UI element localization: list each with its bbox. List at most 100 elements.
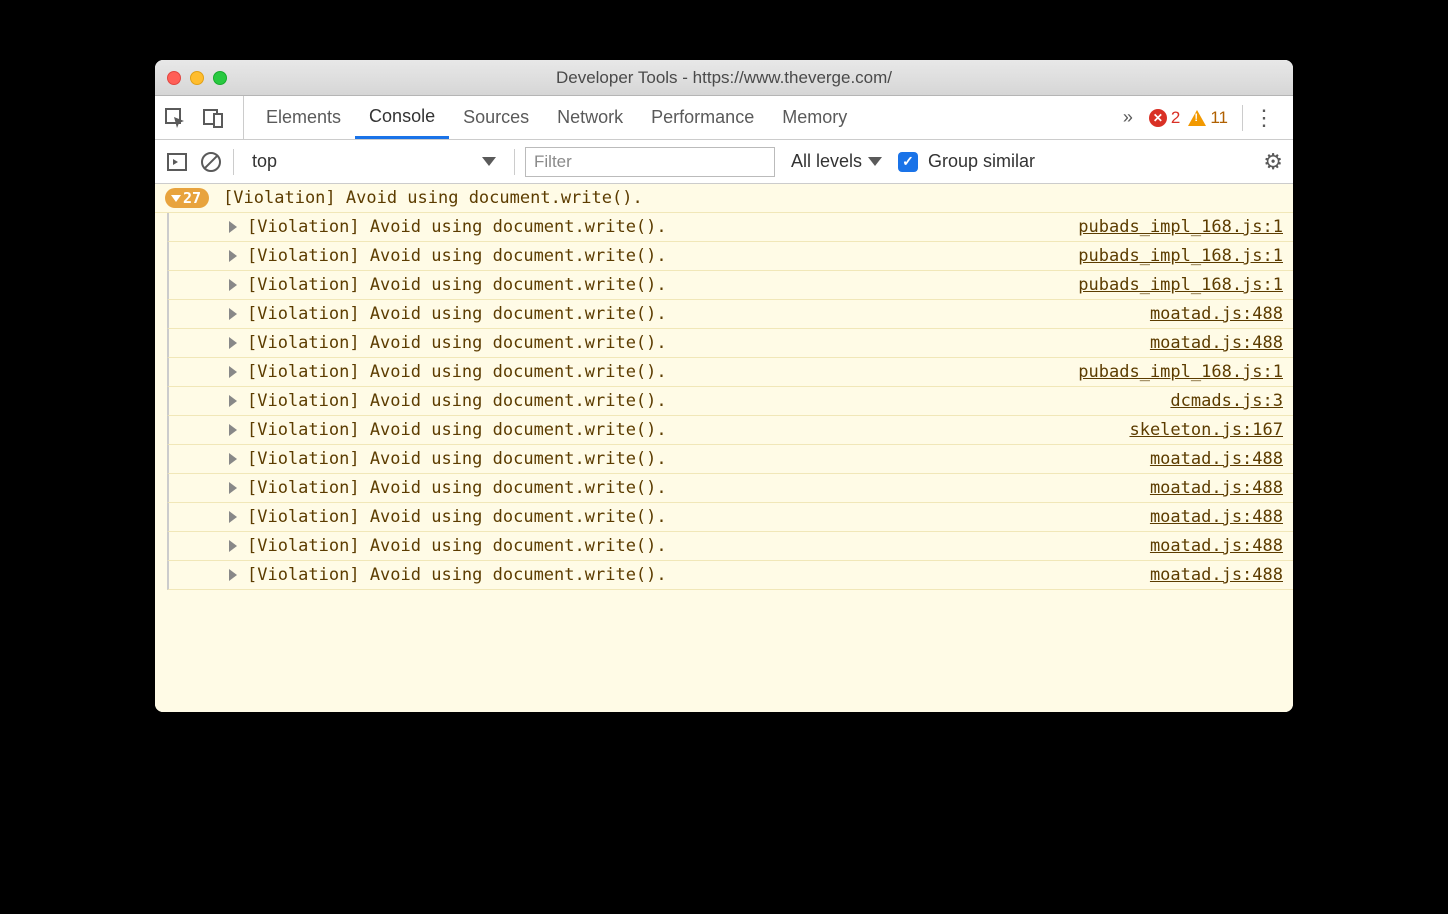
devtools-tabbar: Elements Console Sources Network Perform… [155, 96, 1293, 140]
expand-triangle-icon [229, 221, 237, 233]
toggle-device-toolbar-icon[interactable] [201, 106, 225, 130]
console-group-header[interactable]: 27 [Violation] Avoid using document.writ… [155, 184, 1293, 213]
expand-triangle-icon [229, 279, 237, 291]
source-link[interactable]: moatad.js:488 [1150, 449, 1283, 469]
source-link[interactable]: moatad.js:488 [1150, 536, 1283, 556]
dropdown-triangle-icon [482, 157, 496, 166]
console-sidebar-toggle-icon[interactable] [165, 150, 189, 174]
collapse-triangle-icon [171, 195, 181, 202]
source-link[interactable]: moatad.js:488 [1150, 333, 1283, 353]
source-link[interactable]: pubads_impl_168.js:1 [1078, 275, 1283, 295]
expand-triangle-icon [229, 482, 237, 494]
source-link[interactable]: pubads_impl_168.js:1 [1078, 217, 1283, 237]
log-message: [Violation] Avoid using document.write()… [247, 217, 667, 237]
more-tabs-button[interactable]: » [1115, 107, 1141, 128]
console-settings-icon[interactable]: ⚙ [1263, 149, 1283, 175]
expand-triangle-icon [229, 511, 237, 523]
source-link[interactable]: dcmads.js:3 [1170, 391, 1283, 411]
group-similar-label: Group similar [928, 151, 1035, 172]
console-log-row[interactable]: [Violation] Avoid using document.write()… [167, 445, 1293, 474]
console-log-row[interactable]: [Violation] Avoid using document.write()… [167, 213, 1293, 242]
log-message: [Violation] Avoid using document.write()… [247, 246, 667, 266]
console-log-row[interactable]: [Violation] Avoid using document.write()… [167, 503, 1293, 532]
close-window-button[interactable] [167, 71, 181, 85]
console-output: 27 [Violation] Avoid using document.writ… [155, 184, 1293, 712]
expand-triangle-icon [229, 250, 237, 262]
dropdown-triangle-icon [868, 157, 882, 166]
log-message: [Violation] Avoid using document.write()… [247, 391, 667, 411]
tab-network[interactable]: Network [543, 96, 637, 139]
expand-triangle-icon [229, 424, 237, 436]
log-message: [Violation] Avoid using document.write()… [247, 420, 667, 440]
source-link[interactable]: moatad.js:488 [1150, 565, 1283, 585]
tab-console[interactable]: Console [355, 96, 449, 139]
source-link[interactable]: moatad.js:488 [1150, 507, 1283, 527]
expand-triangle-icon [229, 337, 237, 349]
error-count: 2 [1171, 108, 1180, 128]
log-message: [Violation] Avoid using document.write()… [247, 275, 667, 295]
error-icon: ✕ [1149, 109, 1167, 127]
separator [233, 149, 234, 175]
warning-icon [1188, 110, 1206, 126]
tabbar-right: » ✕ 2 11 ⋮ [1103, 105, 1285, 131]
maximize-window-button[interactable] [213, 71, 227, 85]
warning-count: 11 [1210, 108, 1228, 128]
log-message: [Violation] Avoid using document.write()… [247, 304, 667, 324]
expand-triangle-icon [229, 366, 237, 378]
execution-context-selector[interactable]: top [244, 148, 504, 176]
console-log-row[interactable]: [Violation] Avoid using document.write()… [167, 242, 1293, 271]
tabs: Elements Console Sources Network Perform… [252, 96, 1103, 139]
inspect-element-icon[interactable] [163, 106, 187, 130]
devtools-menu-button[interactable]: ⋮ [1242, 105, 1285, 131]
filter-input[interactable] [525, 147, 775, 177]
tab-elements[interactable]: Elements [252, 96, 355, 139]
context-label: top [252, 151, 277, 172]
console-log-row[interactable]: [Violation] Avoid using document.write()… [167, 532, 1293, 561]
log-message: [Violation] Avoid using document.write()… [247, 507, 667, 527]
tabbar-left-icons [163, 96, 244, 139]
group-message: [Violation] Avoid using document.write()… [223, 188, 643, 208]
devtools-window: Developer Tools - https://www.theverge.c… [155, 60, 1293, 712]
source-link[interactable]: moatad.js:488 [1150, 304, 1283, 324]
log-message: [Violation] Avoid using document.write()… [247, 362, 667, 382]
expand-triangle-icon [229, 540, 237, 552]
group-similar-checkbox[interactable]: ✓ [898, 152, 918, 172]
clear-console-icon[interactable] [199, 150, 223, 174]
expand-triangle-icon [229, 308, 237, 320]
expand-triangle-icon [229, 569, 237, 581]
source-link[interactable]: skeleton.js:167 [1129, 420, 1283, 440]
log-message: [Violation] Avoid using document.write()… [247, 536, 667, 556]
group-count-badge: 27 [165, 188, 209, 208]
tab-memory[interactable]: Memory [768, 96, 861, 139]
console-log-row[interactable]: [Violation] Avoid using document.write()… [167, 416, 1293, 445]
log-message: [Violation] Avoid using document.write()… [247, 333, 667, 353]
console-log-row[interactable]: [Violation] Avoid using document.write()… [167, 358, 1293, 387]
separator [514, 149, 515, 175]
levels-label: All levels [791, 151, 862, 172]
minimize-window-button[interactable] [190, 71, 204, 85]
console-log-row[interactable]: [Violation] Avoid using document.write()… [167, 300, 1293, 329]
console-log-row[interactable]: [Violation] Avoid using document.write()… [167, 561, 1293, 590]
expand-triangle-icon [229, 395, 237, 407]
log-levels-selector[interactable]: All levels [785, 151, 888, 172]
tab-sources[interactable]: Sources [449, 96, 543, 139]
warning-count-badge[interactable]: 11 [1188, 108, 1228, 128]
console-log-row[interactable]: [Violation] Avoid using document.write()… [167, 387, 1293, 416]
expand-triangle-icon [229, 453, 237, 465]
source-link[interactable]: pubads_impl_168.js:1 [1078, 246, 1283, 266]
titlebar: Developer Tools - https://www.theverge.c… [155, 60, 1293, 96]
console-log-row[interactable]: [Violation] Avoid using document.write()… [167, 271, 1293, 300]
window-title: Developer Tools - https://www.theverge.c… [155, 68, 1293, 88]
log-message: [Violation] Avoid using document.write()… [247, 478, 667, 498]
error-count-badge[interactable]: ✕ 2 [1149, 108, 1180, 128]
log-message: [Violation] Avoid using document.write()… [247, 449, 667, 469]
console-toolbar: top All levels ✓ Group similar ⚙ [155, 140, 1293, 184]
source-link[interactable]: pubads_impl_168.js:1 [1078, 362, 1283, 382]
log-message: [Violation] Avoid using document.write()… [247, 565, 667, 585]
group-count: 27 [183, 189, 201, 207]
tab-performance[interactable]: Performance [637, 96, 768, 139]
console-log-row[interactable]: [Violation] Avoid using document.write()… [167, 329, 1293, 358]
console-log-row[interactable]: [Violation] Avoid using document.write()… [167, 474, 1293, 503]
source-link[interactable]: moatad.js:488 [1150, 478, 1283, 498]
traffic-lights [167, 71, 227, 85]
